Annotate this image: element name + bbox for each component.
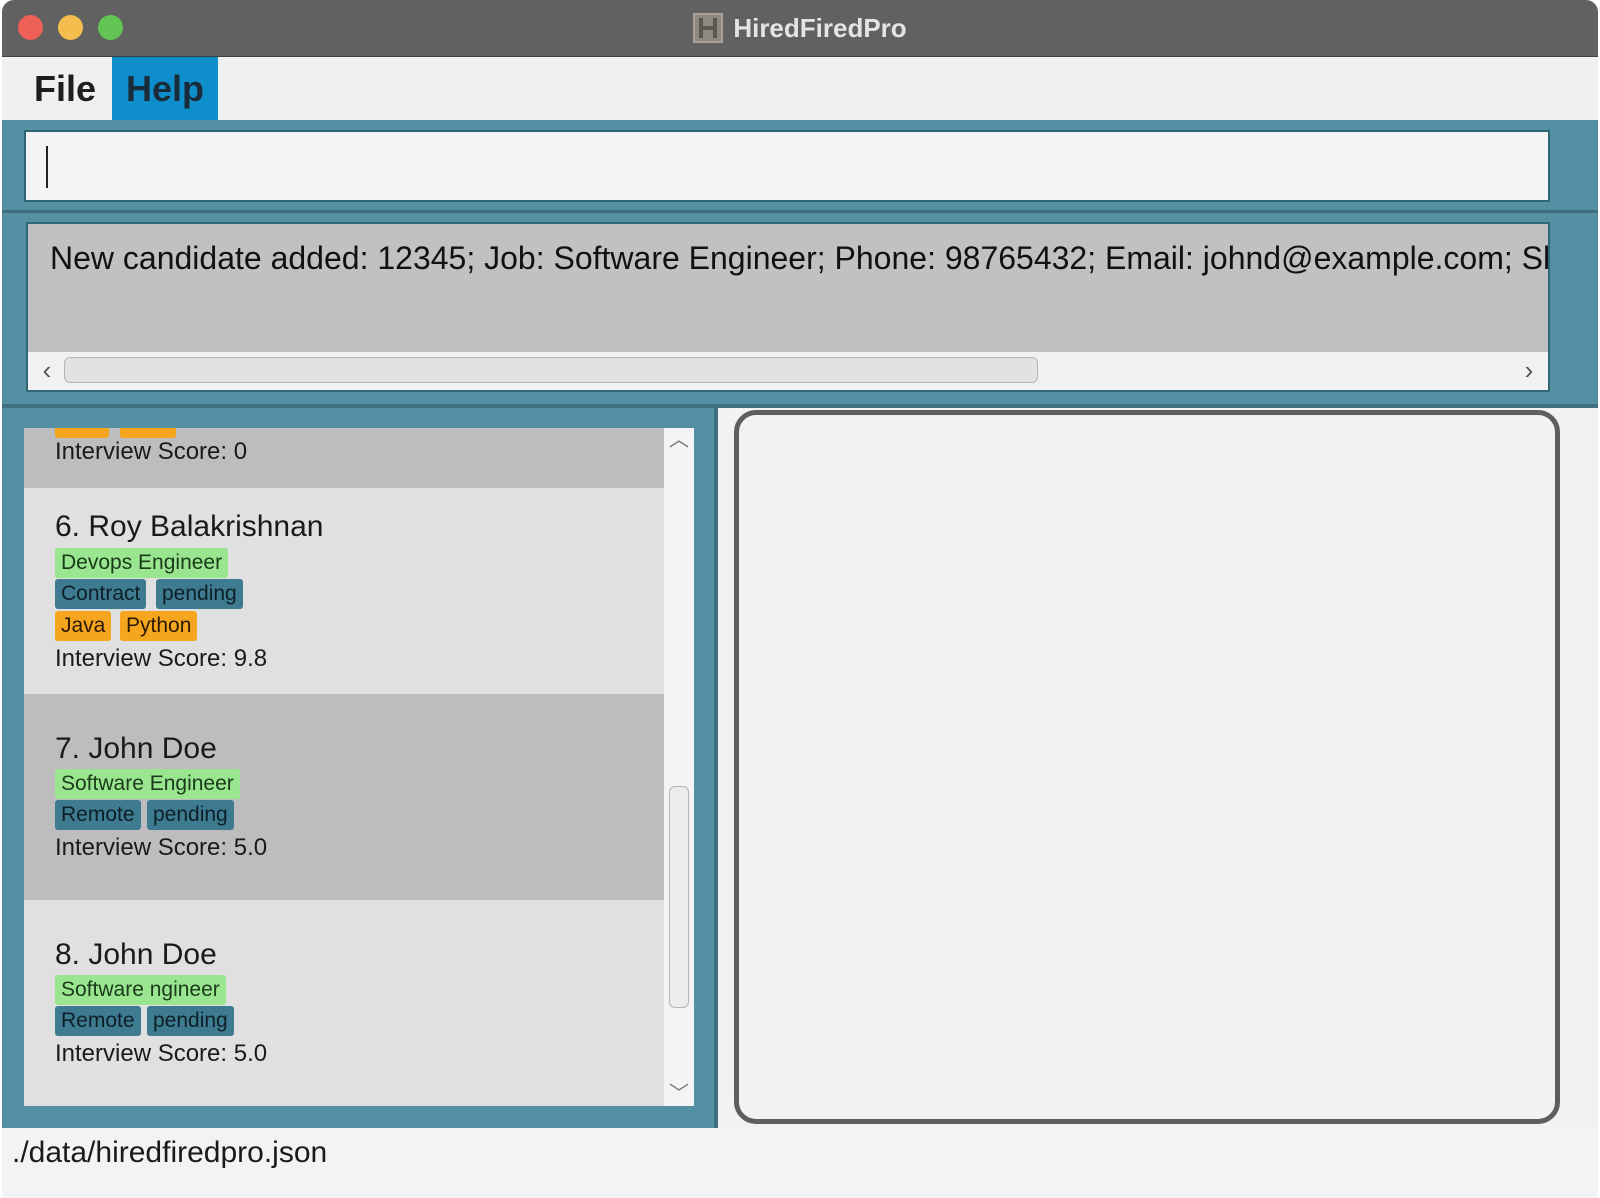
save-file-path: ./data/hiredfiredpro.json <box>12 1136 328 1169</box>
window-title: HiredFiredPro <box>733 12 907 43</box>
horizontal-scrollbar[interactable]: ‹ › <box>28 352 1548 390</box>
chevron-left-icon[interactable]: ‹ <box>32 356 62 384</box>
status-tag: Contract <box>55 579 147 609</box>
menu-bar: File Help <box>2 57 1598 120</box>
chevron-right-icon[interactable]: › <box>1514 356 1544 384</box>
menu-help[interactable]: Help <box>112 57 218 120</box>
interview-score: Interview Score: 5.0 <box>55 1040 268 1067</box>
interview-score: Interview Score: 5.0 <box>55 834 268 861</box>
interview-score: Interview Score: 0 <box>55 438 248 465</box>
status-tag: pending <box>147 1006 234 1036</box>
skill-tag: Python <box>120 611 198 641</box>
result-display: New candidate added: 12345; Job: Softwar… <box>26 222 1550 392</box>
candidate-card-selected[interactable]: 7. John Doe Software Engineer Remote pen… <box>24 694 664 900</box>
app-window: HiredFiredPro File Help New candidate ad… <box>2 0 1598 1198</box>
candidate-card[interactable]: 6. Roy Balakrishnan Devops Engineer Cont… <box>24 488 664 694</box>
vertical-scrollbar[interactable]: ︿ ﹀ <box>664 428 694 1106</box>
scrollbar-thumb[interactable] <box>669 786 689 1008</box>
status-bar: ./data/hiredfiredpro.json <box>2 1128 1598 1198</box>
scrollbar-thumb[interactable] <box>64 357 1038 383</box>
job-tag: Software ngineer <box>55 975 226 1005</box>
chevron-up-icon[interactable]: ︿ <box>664 430 694 450</box>
job-tag: Devops Engineer <box>55 548 229 578</box>
skill-tag <box>55 428 109 438</box>
candidate-card[interactable]: 8. John Doe Software ngineer Remote pend… <box>24 900 664 1106</box>
interview-score: Interview Score: 9.8 <box>55 645 268 672</box>
skill-tag: Java <box>55 611 112 641</box>
status-tag: Remote <box>55 1006 141 1036</box>
divider <box>2 210 1598 213</box>
text-cursor <box>46 146 48 188</box>
menu-file[interactable]: File <box>20 57 112 120</box>
skill-tag <box>120 428 176 438</box>
status-tag: pending <box>156 579 243 609</box>
command-box[interactable] <box>24 130 1550 202</box>
candidate-card[interactable]: Interview Score: 0 <box>24 428 664 488</box>
job-tag: Software Engineer <box>55 769 240 799</box>
status-tag: Remote <box>55 800 141 830</box>
command-input[interactable] <box>40 140 1524 194</box>
result-message: New candidate added: 12345; Job: Softwar… <box>50 240 1550 276</box>
chevron-down-icon[interactable]: ﹀ <box>664 1084 694 1104</box>
candidate-name: 6. Roy Balakrishnan <box>55 510 324 543</box>
app-logo-icon <box>693 13 724 43</box>
candidate-detail-panel <box>734 410 1560 1124</box>
candidate-name: 7. John Doe <box>55 732 217 765</box>
status-tag: pending <box>147 800 234 830</box>
candidate-list[interactable]: Interview Score: 0 6. Roy Balakrishnan D… <box>24 428 694 1106</box>
candidate-name: 8. John Doe <box>55 938 217 971</box>
title-bar: HiredFiredPro <box>2 0 1598 57</box>
